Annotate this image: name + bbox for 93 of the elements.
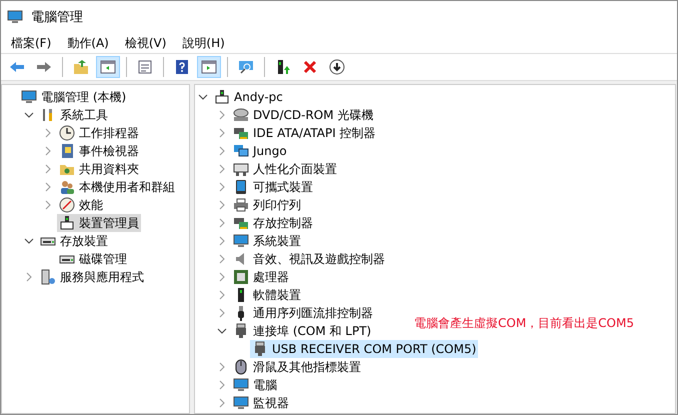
tree-item[interactable]: Andy-pc xyxy=(212,88,285,106)
chevron-right-icon[interactable] xyxy=(217,254,227,264)
network-icon xyxy=(233,143,249,159)
chevron-down-icon[interactable] xyxy=(198,92,208,102)
tree-item[interactable]: 存放控制器 xyxy=(231,214,315,232)
tree-item[interactable]: USB RECEIVER COM PORT (COM5) xyxy=(250,340,478,358)
tree-item[interactable]: DVD/CD-ROM 光碟機 xyxy=(231,106,376,124)
annotation-text: 電腦會產生虛擬COM，目前看出是COM5 xyxy=(414,315,634,332)
chevron-right-icon[interactable] xyxy=(43,182,53,192)
chevron-right-icon[interactable] xyxy=(217,398,227,408)
tree-item[interactable]: 連接埠 (COM 和 LPT) xyxy=(231,322,374,340)
chevron-right-icon[interactable] xyxy=(217,218,227,228)
chevron-right-icon[interactable] xyxy=(217,380,227,390)
chevron-right-icon[interactable] xyxy=(217,164,227,174)
arrow-left-icon xyxy=(9,59,25,75)
tree-item[interactable]: 可攜式裝置 xyxy=(231,178,315,196)
tree-item[interactable]: 監視器 xyxy=(231,394,291,412)
disc-icon xyxy=(233,107,249,123)
chevron-down-icon[interactable] xyxy=(217,326,227,336)
panel-icon xyxy=(100,59,116,75)
chevron-right-icon[interactable] xyxy=(43,200,53,210)
chevron-right-icon[interactable] xyxy=(217,236,227,246)
circuit-card-icon xyxy=(233,125,249,141)
document-icon xyxy=(137,59,153,75)
computer-icon xyxy=(21,89,37,105)
tree-item[interactable]: 列印佇列 xyxy=(231,196,303,214)
tree-item[interactable]: 工作排程器 xyxy=(57,124,141,142)
tree-item[interactable]: 處理器 xyxy=(231,268,291,286)
device-icon xyxy=(214,89,230,105)
tree-item[interactable]: 電腦 xyxy=(231,376,279,394)
tree-item[interactable]: 系統裝置 xyxy=(231,232,303,250)
folder-icon xyxy=(73,59,89,75)
port-icon xyxy=(233,323,249,339)
chevron-down-icon[interactable] xyxy=(24,236,34,246)
circuit-card-icon xyxy=(233,215,249,231)
tree-item[interactable]: Jungo xyxy=(231,142,289,160)
chevron-right-icon[interactable] xyxy=(217,290,227,300)
download-icon xyxy=(329,59,345,75)
window-title: 電腦管理 xyxy=(31,9,83,26)
clock-icon xyxy=(59,125,75,141)
device-icon xyxy=(59,215,75,231)
tree-item[interactable]: 本機使用者和群組 xyxy=(57,178,177,196)
printer-icon xyxy=(233,197,249,213)
users-icon xyxy=(59,179,75,195)
arrow-right-icon xyxy=(36,59,52,75)
tree-item[interactable]: 通用序列匯流排控制器 xyxy=(231,304,375,322)
chevron-right-icon[interactable] xyxy=(43,128,53,138)
monitor-icon xyxy=(233,377,249,393)
monitor-icon xyxy=(233,395,249,411)
book-icon xyxy=(59,143,75,159)
tree-item[interactable]: 磁碟管理 xyxy=(57,250,129,268)
update-driver-icon xyxy=(275,59,291,75)
chevron-right-icon[interactable] xyxy=(43,146,53,156)
tablet-icon xyxy=(233,179,249,195)
panel-icon xyxy=(201,59,217,75)
tree-item[interactable]: 存放裝置 xyxy=(38,232,110,250)
tree-item[interactable]: 音效、視訊及遊戲控制器 xyxy=(231,250,387,268)
delete-icon xyxy=(302,59,318,75)
tree-item[interactable]: 共用資料夾 xyxy=(57,160,141,178)
tree-item[interactable]: 事件檢視器 xyxy=(57,142,141,160)
chevron-right-icon[interactable] xyxy=(217,110,227,120)
tree-item[interactable]: 效能 xyxy=(57,196,105,214)
tree-item[interactable]: 人性化介面裝置 xyxy=(231,160,339,178)
tree-item[interactable]: 裝置管理員 xyxy=(57,214,141,232)
chevron-right-icon[interactable] xyxy=(217,200,227,210)
chevron-right-icon[interactable] xyxy=(217,308,227,318)
chevron-right-icon[interactable] xyxy=(217,146,227,156)
chip-icon xyxy=(233,269,249,285)
chevron-right-icon[interactable] xyxy=(217,182,227,192)
tree-item[interactable]: 服務與應用程式 xyxy=(38,268,146,286)
tree-item[interactable]: IDE ATA/ATAPI 控制器 xyxy=(231,124,378,142)
computer-icon xyxy=(7,9,23,25)
port-icon xyxy=(252,341,268,357)
mouse-icon xyxy=(233,359,249,375)
monitor-search-icon xyxy=(238,59,254,75)
tree-item[interactable]: 電腦管理 (本機) xyxy=(19,88,128,106)
chevron-right-icon[interactable] xyxy=(43,164,53,174)
menu-item[interactable]: 檔案(F) xyxy=(5,33,58,53)
chevron-right-icon[interactable] xyxy=(217,362,227,372)
help-icon xyxy=(174,59,190,75)
chevron-down-icon[interactable] xyxy=(24,110,34,120)
menu-item[interactable]: 說明(H) xyxy=(176,33,231,53)
menu-item[interactable]: 動作(A) xyxy=(61,33,115,53)
keyboard-icon xyxy=(233,161,249,177)
tree-item[interactable]: 軟體裝置 xyxy=(231,286,303,304)
tree-item[interactable]: 滑鼠及其他指標裝置 xyxy=(231,358,363,376)
menu-item[interactable]: 檢視(V) xyxy=(118,33,172,53)
server-icon xyxy=(40,269,56,285)
monitor-icon xyxy=(233,233,249,249)
tree-item[interactable]: 系統工具 xyxy=(38,106,110,124)
chevron-right-icon[interactable] xyxy=(217,272,227,282)
chevron-right-icon[interactable] xyxy=(217,128,227,138)
chevron-right-icon[interactable] xyxy=(24,272,34,282)
